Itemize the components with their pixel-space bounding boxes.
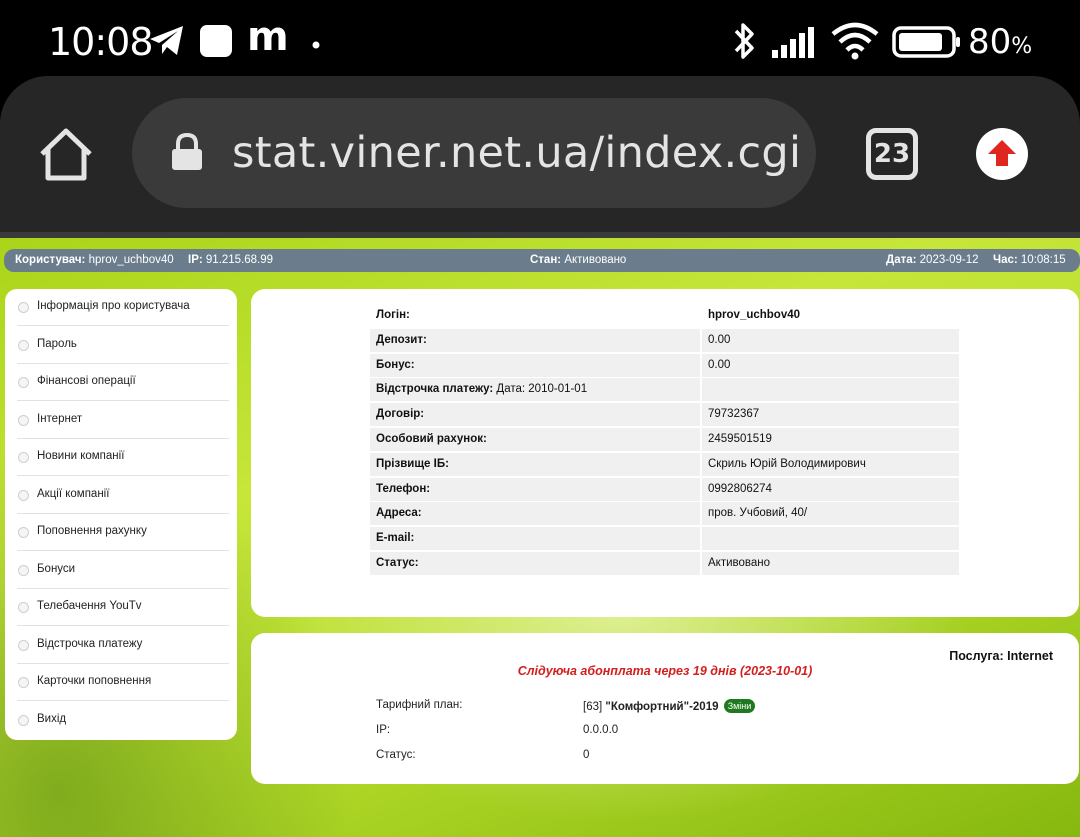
table-row: Договір: 79732367 <box>370 402 959 427</box>
radio-icon <box>18 564 29 576</box>
sidebar-item-news[interactable]: Новини компанії <box>17 439 229 476</box>
change-plan-button[interactable]: Зміни <box>723 699 756 713</box>
table-row: Бонус: 0.00 <box>370 353 959 378</box>
date-field: Дата: 2023-09-12 <box>886 254 979 266</box>
mail-app-icon: m <box>247 14 289 60</box>
sidebar-item-tv[interactable]: Телебачення YouTv <box>17 589 229 626</box>
app-notification-icon <box>199 24 233 63</box>
sidebar-item-password[interactable]: Пароль <box>17 327 229 364</box>
web-page: Користувач: hprov_uchbov40 IP: 91.215.68… <box>0 232 1080 837</box>
arrow-up-icon <box>988 140 1016 166</box>
lock-icon <box>170 132 204 177</box>
radio-icon <box>18 714 29 726</box>
radio-icon <box>18 302 29 313</box>
radio-icon <box>18 489 29 501</box>
sidebar-item-bonuses[interactable]: Бонуси <box>17 552 229 589</box>
ip-value: 0.0.0.0 <box>583 724 619 736</box>
home-icon[interactable] <box>36 126 96 187</box>
table-row: Телефон: 0992806274 <box>370 477 959 502</box>
table-row: Прізвище ІБ: Скриль Юрій Володимирович <box>370 452 959 477</box>
system-status-bar: 10:08 m 80% <box>0 0 1080 80</box>
sidebar-item-promotions[interactable]: Акції компанії <box>17 477 229 514</box>
next-fee-notice: Слідуюча абонплата через 19 днів (2023-1… <box>517 664 813 678</box>
state-field: Стан: Активовано <box>530 254 627 266</box>
ip-label: IP: <box>376 724 391 736</box>
table-row: E-mail: <box>370 526 959 551</box>
sidebar-item-top-up[interactable]: Поповнення рахунку <box>17 514 229 551</box>
tab-switcher-button[interactable]: 23 <box>866 128 918 180</box>
clock: 10:08 <box>48 20 154 64</box>
user-field: Користувач: hprov_uchbov40 <box>15 254 174 266</box>
bluetooth-icon <box>730 20 758 67</box>
signal-strength-icon <box>770 26 820 63</box>
radio-icon <box>18 452 29 463</box>
status-label: Статус: <box>376 749 416 761</box>
sidebar-item-user-info[interactable]: Інформація про користувача <box>17 289 229 326</box>
browser-update-button[interactable] <box>976 128 1028 180</box>
radio-icon <box>18 639 29 651</box>
time-field: Час: 10:08:15 <box>993 254 1066 266</box>
table-row: Статус: Активовано <box>370 551 959 576</box>
sidebar-item-cards[interactable]: Карточки поповнення <box>17 664 229 701</box>
plan-label: Тарифний план: <box>376 699 463 711</box>
sidebar-item-deferral[interactable]: Відстрочка платежу <box>17 627 229 664</box>
more-notifications-dot-icon <box>312 36 320 54</box>
radio-icon <box>18 677 29 688</box>
plan-value: [63] "Комфортний"-2019 Зміни <box>583 699 756 713</box>
sidebar-item-finance[interactable]: Фінансові операції <box>17 364 229 401</box>
radio-icon <box>18 414 29 426</box>
table-row: Адреса: пров. Учбовий, 40/ <box>370 501 959 526</box>
sidebar-menu: Інформація про користувача Пароль Фінанс… <box>5 289 237 740</box>
service-panel: Послуга: Internet Слідуюча абонплата чер… <box>251 633 1079 784</box>
user-info-table: Логін: hprov_uchbov40 Депозит: 0.00 Бону… <box>370 303 959 576</box>
user-info-panel: Логін: hprov_uchbov40 Депозит: 0.00 Бону… <box>251 289 1079 617</box>
radio-icon <box>18 602 29 613</box>
table-row: Особовий рахунок: 2459501519 <box>370 427 959 452</box>
radio-icon <box>18 339 29 351</box>
browser-toolbar: stat.viner.net.ua/index.cgi 23 <box>0 76 1080 232</box>
radio-icon <box>18 527 29 538</box>
user-info-bar: Користувач: hprov_uchbov40 IP: 91.215.68… <box>4 249 1080 272</box>
battery-icon <box>892 26 962 63</box>
url-text: stat.viner.net.ua/index.cgi <box>232 128 802 178</box>
sidebar-item-internet[interactable]: Інтернет <box>17 402 229 439</box>
sidebar-item-logout[interactable]: Вихід <box>17 702 229 739</box>
battery-percent: 80% <box>968 22 1033 62</box>
wifi-icon <box>830 22 880 65</box>
table-row: Депозит: 0.00 <box>370 328 959 353</box>
telegram-icon <box>148 24 186 63</box>
table-row: Логін: hprov_uchbov40 <box>376 309 801 321</box>
status-value: 0 <box>583 749 590 761</box>
service-title: Послуга: Internet <box>949 649 1053 663</box>
table-row: Відстрочка платежу: Дата: 2010-01-01 <box>370 377 959 402</box>
ip-field: IP: 91.215.68.99 <box>188 254 274 266</box>
radio-icon <box>18 377 29 388</box>
address-bar[interactable]: stat.viner.net.ua/index.cgi <box>132 98 816 208</box>
